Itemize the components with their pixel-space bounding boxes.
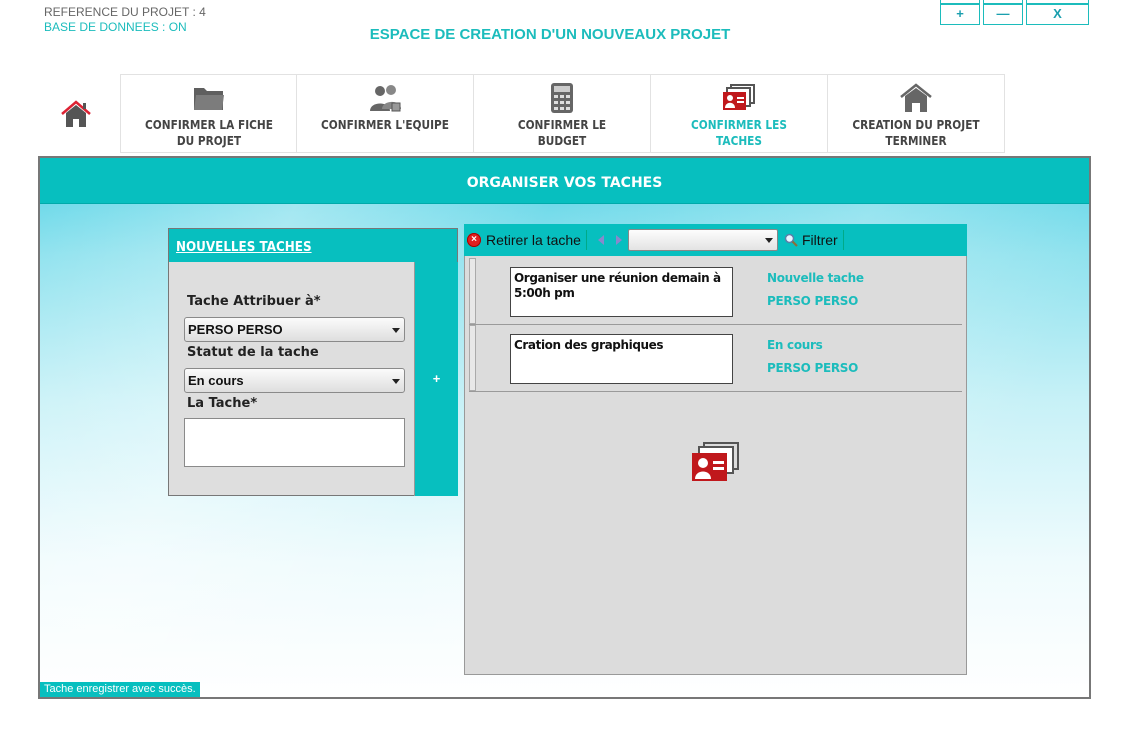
search-icon (784, 233, 798, 247)
minimize-button[interactable]: — (983, 0, 1023, 25)
nav-label: CONFIRMER LE BUDGET (517, 118, 607, 148)
task-list: Organiser une réunion demain à 5:00h pm … (464, 256, 967, 675)
task-row[interactable]: Organiser une réunion demain à 5:00h pm … (469, 258, 962, 325)
house-icon (900, 83, 932, 112)
nav-label: CONFIRMER L'EQUIPE (321, 118, 449, 132)
add-task-button[interactable]: + (414, 262, 458, 496)
task-cards-icon (723, 84, 755, 110)
task-label: La Tache* (187, 396, 258, 411)
row-handle[interactable] (469, 258, 476, 324)
task-status: Nouvelle tache (767, 271, 864, 285)
nav-confirm-tasks[interactable]: CONFIRMER LES TACHES (651, 74, 828, 153)
toolbar-separator (585, 230, 587, 250)
new-task-title[interactable]: NOUVELLES TACHES (176, 240, 312, 255)
folder-icon (193, 88, 224, 110)
new-task-header: NOUVELLES TACHES (169, 229, 457, 262)
dropdown-arrow-icon (392, 328, 400, 333)
task-toolbar: × Retirer la tache Filtrer (464, 224, 967, 256)
status-select[interactable]: En cours (184, 368, 405, 393)
previous-arrow-icon[interactable] (597, 235, 604, 245)
new-task-panel: NOUVELLES TACHES Tache Attribuer à* PERS… (168, 228, 458, 496)
home-button[interactable] (58, 96, 94, 132)
task-owner: PERSO PERSO (767, 361, 859, 375)
nav-confirm-project-sheet[interactable]: CONFIRMER LA FICHE DU PROJET (120, 74, 297, 153)
calculator-icon (551, 83, 573, 113)
nav-label: CONFIRMER LA FICHE DU PROJET (144, 118, 273, 148)
dropdown-arrow-icon (392, 379, 400, 384)
status-value: En cours (188, 373, 244, 388)
close-button[interactable]: X (1026, 0, 1089, 25)
task-row[interactable]: Cration des graphiques En cours PERSO PE… (469, 325, 962, 392)
dropdown-arrow-icon (764, 238, 773, 243)
maximize-button[interactable]: + (940, 0, 980, 25)
nav-label: CREATION DU PROJET TERMINER (852, 118, 980, 148)
nav-label: CONFIRMER LES TACHES (691, 118, 787, 148)
nav-confirm-team[interactable]: CONFIRMER L'EQUIPE (297, 74, 474, 153)
app-title: ESPACE DE CREATION D'UN NOUVEAUX PROJET (369, 26, 731, 43)
assigned-label: Tache Attribuer à* (187, 294, 321, 309)
toolbar-separator (842, 230, 844, 250)
row-handle[interactable] (469, 325, 476, 391)
task-cards-icon (692, 442, 739, 481)
next-arrow-icon[interactable] (615, 235, 622, 245)
remove-icon: × (467, 233, 481, 247)
remove-task-button[interactable]: × Retirer la tache (467, 232, 581, 248)
task-description[interactable]: Cration des graphiques (510, 334, 733, 384)
status-message: Tache enregistrer avec succès. (40, 682, 200, 697)
filter-label: Filtrer (801, 232, 838, 248)
task-input[interactable] (184, 418, 405, 467)
assigned-value: PERSO PERSO (188, 322, 283, 337)
remove-task-label: Retirer la tache (486, 232, 581, 248)
filter-button[interactable]: Filtrer (784, 232, 838, 248)
assigned-select[interactable]: PERSO PERSO (184, 317, 405, 342)
task-status: En cours (767, 338, 823, 352)
task-description[interactable]: Organiser une réunion demain à 5:00h pm (510, 267, 733, 317)
task-owner: PERSO PERSO (767, 294, 859, 308)
step-navigation: CONFIRMER LA FICHE DU PROJET CONFIRMER L… (120, 74, 1005, 153)
main-area: ORGANISER VOS TACHES NOUVELLES TACHES Ta… (38, 156, 1091, 699)
team-icon (370, 85, 401, 112)
section-title: ORGANISER VOS TACHES (40, 158, 1089, 204)
task-list-panel: × Retirer la tache Filtrer Organiser une… (464, 224, 967, 675)
filter-select[interactable] (627, 229, 778, 251)
home-icon (61, 100, 91, 127)
nav-project-creation-done[interactable]: CREATION DU PROJET TERMINER (828, 74, 1005, 153)
status-label: Statut de la tache (187, 345, 319, 360)
project-reference: REFERENCE DU PROJET : 4 (44, 5, 206, 19)
nav-confirm-budget[interactable]: CONFIRMER LE BUDGET (474, 74, 651, 153)
